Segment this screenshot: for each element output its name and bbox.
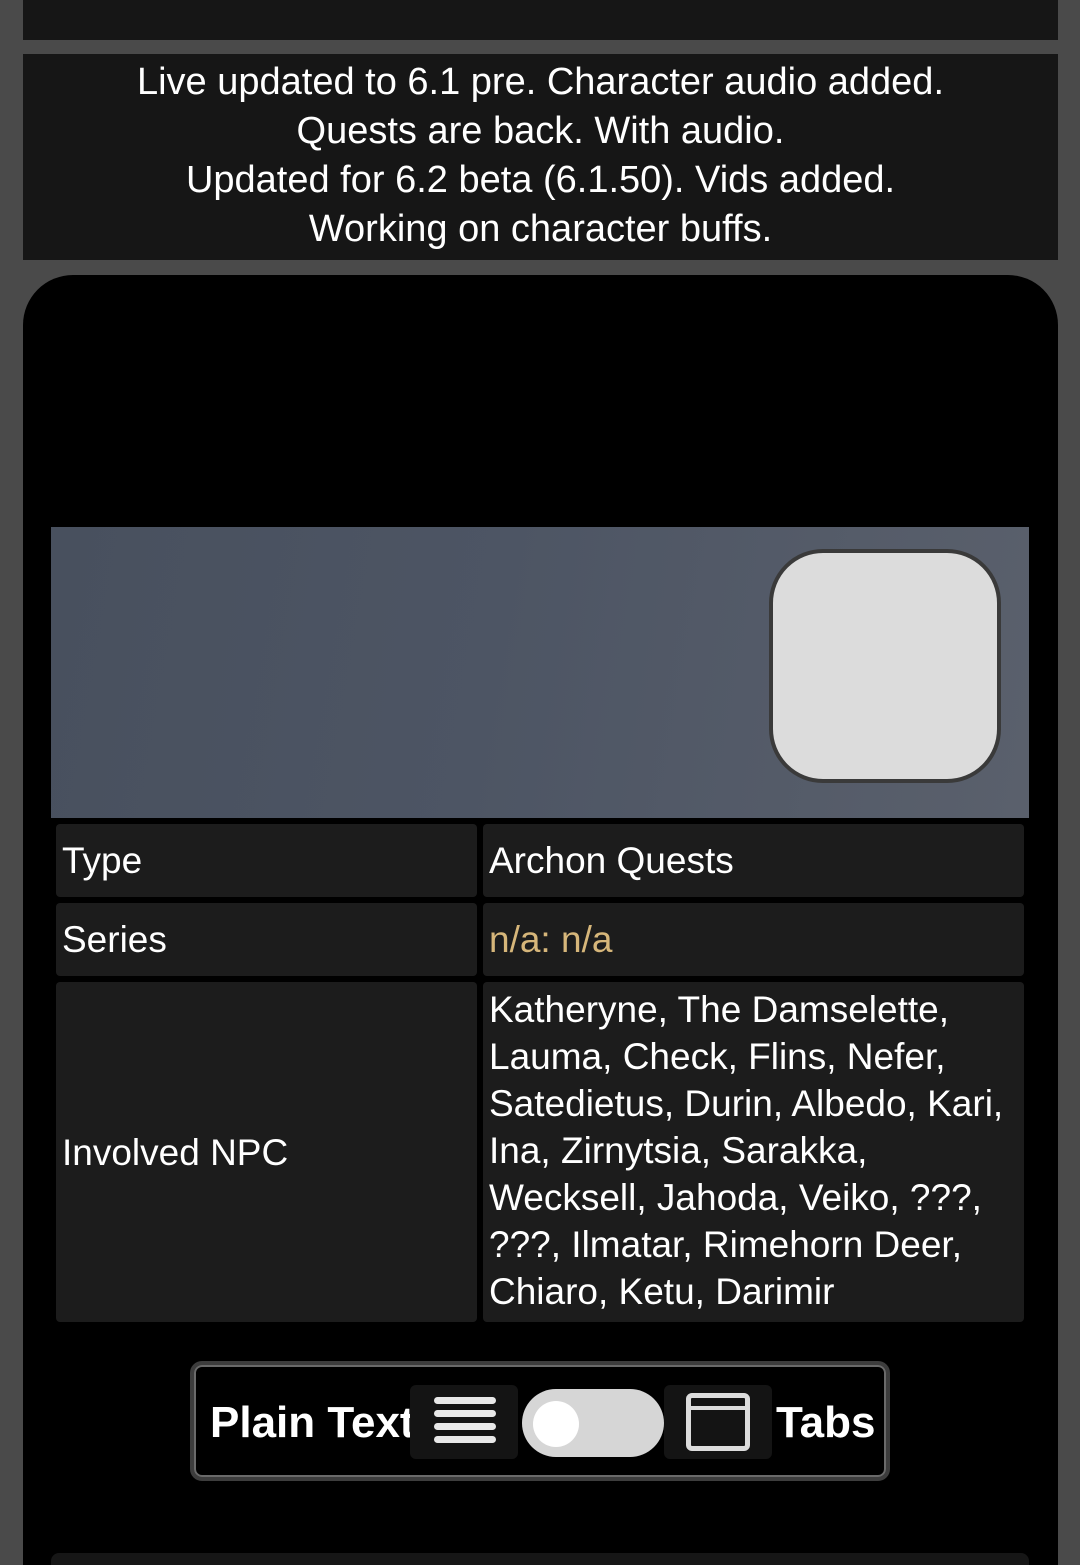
tab-window-icon[interactable]: [664, 1385, 772, 1459]
info-row-series: Series n/a: n/a: [56, 903, 1024, 976]
npc-list: Katheryne, The Damselette, Lauma, Check,…: [489, 986, 1003, 1315]
list-icon-line: [434, 1410, 496, 1417]
npc-line: Lauma, Check, Flins, Nefer,: [489, 1036, 946, 1077]
notice-line: Working on character buffs.: [308, 208, 773, 250]
npc-line: Wecksell, Jahoda, Veiko, ???,: [489, 1177, 982, 1218]
notice-line: Quests are back. With audio.: [296, 110, 785, 152]
top-panel-edge: [23, 0, 1058, 40]
npc-value: Katheryne, The Damselette, Lauma, Check,…: [483, 982, 1024, 1322]
blank-rounded-square-icon: [769, 549, 1001, 783]
view-mode-toggle-bar: Plain Text Tabs: [190, 1361, 890, 1481]
npc-line: Chiaro, Ketu, Darimir: [489, 1271, 835, 1312]
notice-line: Live updated to 6.1 pre. Character audio…: [136, 61, 945, 103]
series-label: Series: [56, 903, 477, 976]
update-notice: Live updated to 6.1 pre. Character audio…: [23, 54, 1058, 260]
info-row-type: Type Archon Quests: [56, 824, 1024, 897]
switch-knob: [533, 1401, 579, 1447]
notice-line: Updated for 6.2 beta (6.1.50). Vids adde…: [185, 159, 896, 201]
list-icon-line: [434, 1397, 496, 1404]
type-value: Archon Quests: [483, 824, 1024, 897]
view-mode-switch[interactable]: [522, 1389, 664, 1457]
quest-info-table: Type Archon Quests Series n/a: n/a Invol…: [56, 824, 1024, 1328]
npc-line: Katheryne, The Damselette,: [489, 989, 950, 1030]
npc-label: Involved NPC: [56, 982, 477, 1322]
npc-line: Satedietus, Durin, Albedo, Kari,: [489, 1083, 1004, 1124]
list-icon-line: [434, 1423, 496, 1430]
quest-banner-image: [51, 527, 1029, 818]
series-link[interactable]: n/a: n/a: [483, 903, 1024, 976]
next-panel-edge: [51, 1553, 1029, 1565]
tab-window-shape: [686, 1393, 750, 1451]
npc-line: ???, Ilmatar, Rimehorn Deer,: [489, 1224, 962, 1265]
list-icon[interactable]: [410, 1385, 518, 1459]
page: Live updated to 6.1 pre. Character audio…: [0, 0, 1080, 1565]
tabs-label[interactable]: Tabs: [776, 1398, 875, 1448]
info-row-npc: Involved NPC Katheryne, The Damselette, …: [56, 982, 1024, 1322]
list-icon-line: [434, 1436, 496, 1443]
npc-line: Ina, Zirnytsia, Sarakka,: [489, 1130, 868, 1171]
type-label: Type: [56, 824, 477, 897]
plain-text-label[interactable]: Plain Text: [210, 1398, 415, 1448]
